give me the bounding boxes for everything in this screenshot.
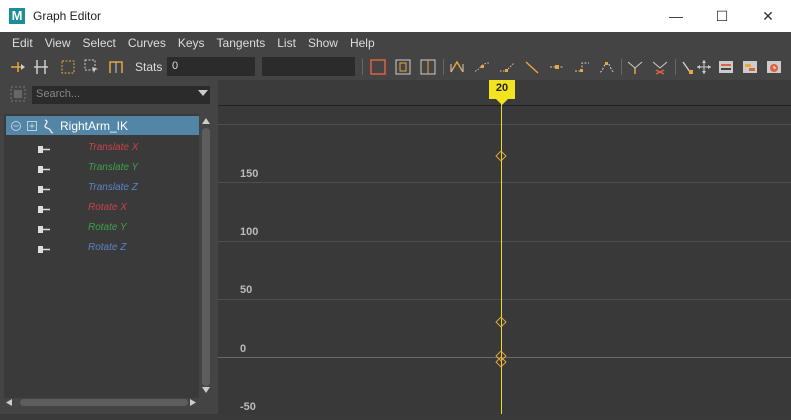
stats-field-secondary[interactable] — [262, 57, 355, 76]
channel-rotate-z[interactable]: Rotate Z — [4, 238, 197, 258]
stats-field[interactable]: 0 — [167, 57, 255, 76]
toolbar-separator — [621, 59, 622, 75]
current-frame-marker[interactable]: 20 — [489, 80, 515, 99]
channel-label: Rotate X — [88, 202, 127, 213]
channel-label: Rotate Y — [88, 222, 127, 233]
y-tick-label: 50 — [240, 284, 253, 296]
keyframe[interactable] — [495, 316, 507, 328]
channel-translate-z[interactable]: Translate Z — [4, 178, 197, 198]
dope-sheet-icon[interactable] — [716, 57, 736, 77]
break-tangents-icon[interactable] — [625, 57, 645, 77]
linear-tangent-icon[interactable] — [522, 57, 542, 77]
toolbar-separator — [362, 59, 363, 75]
scroll-up-icon[interactable] — [202, 118, 210, 124]
frame-all-icon[interactable] — [368, 57, 388, 77]
auto-tangent-icon[interactable] — [447, 57, 467, 77]
grid-line — [218, 182, 791, 183]
menu-curves[interactable]: Curves — [122, 36, 172, 50]
channel-rotate-y[interactable]: Rotate Y — [4, 218, 197, 238]
grid-line — [218, 124, 791, 125]
retime-tool-icon[interactable] — [106, 57, 126, 77]
animated-channel-icon — [38, 243, 50, 253]
window-title: Graph Editor — [33, 9, 102, 23]
vertical-scroll-thumb[interactable] — [202, 128, 210, 386]
scroll-right-icon[interactable] — [190, 399, 196, 406]
maya-app-icon: M — [9, 8, 25, 24]
channel-label: Translate Y — [88, 162, 139, 173]
toolbar: Stats 0 — [0, 54, 791, 80]
menu-bar: Edit View Select Curves Keys Tangents Li… — [0, 32, 791, 54]
window-controls: — ☐ ✕ — [653, 0, 791, 32]
y-tick-label: -50 — [240, 401, 256, 413]
y-tick-label: 0 — [240, 343, 247, 355]
time-editor-icon[interactable] — [764, 57, 784, 77]
channel-translate-y[interactable]: Translate Y — [4, 158, 197, 178]
graph-view[interactable]: 150 100 50 0 -50 20 — [218, 80, 791, 414]
outliner-tree: RightArm_IK Translate X Translate Y Tran… — [4, 114, 199, 398]
menu-help[interactable]: Help — [344, 36, 381, 50]
menu-edit[interactable]: Edit — [6, 36, 39, 50]
maximize-button[interactable]: ☐ — [699, 0, 745, 32]
ik-handle-icon — [42, 118, 56, 134]
toolbar-separator — [675, 59, 676, 75]
animated-channel-icon — [38, 203, 50, 213]
animated-channel-icon — [38, 223, 50, 233]
outliner-vertical-scrollbar[interactable] — [200, 116, 212, 394]
animated-channel-icon — [38, 183, 50, 193]
stats-label: Stats — [135, 60, 163, 74]
insert-key-tool-icon[interactable] — [31, 57, 51, 77]
collapse-icon[interactable] — [10, 120, 22, 132]
search-dropdown-icon[interactable] — [198, 90, 208, 96]
spline-tangent-icon[interactable] — [472, 57, 492, 77]
clamped-tangent-icon[interactable] — [497, 57, 517, 77]
tree-node-rightarm-ik[interactable]: RightArm_IK — [6, 116, 199, 135]
step-tangent-icon[interactable] — [572, 57, 592, 77]
grid-line — [218, 299, 791, 300]
close-button[interactable]: ✕ — [745, 0, 791, 32]
grid-line — [218, 241, 791, 242]
region-select-icon[interactable] — [82, 57, 102, 77]
channel-label: Rotate Z — [88, 242, 127, 253]
search-row: Search... — [0, 84, 214, 106]
expand-icon[interactable] — [26, 120, 38, 132]
current-frame-marker-tip — [496, 99, 508, 105]
frame-playback-range-icon[interactable] — [418, 57, 438, 77]
trax-editor-icon[interactable] — [740, 57, 760, 77]
scroll-down-icon[interactable] — [202, 387, 210, 393]
horizontal-scroll-thumb[interactable] — [20, 399, 188, 406]
outliner-horizontal-scrollbar[interactable] — [4, 396, 199, 408]
menu-tangents[interactable]: Tangents — [211, 36, 272, 50]
search-input[interactable]: Search... — [32, 86, 210, 104]
title-bar: M Graph Editor — ☐ ✕ — [0, 0, 791, 32]
channel-label: Translate Z — [88, 182, 138, 193]
scroll-left-icon[interactable] — [6, 399, 12, 406]
menu-keys[interactable]: Keys — [172, 36, 211, 50]
menu-select[interactable]: Select — [76, 36, 121, 50]
keyframe[interactable] — [495, 150, 507, 162]
node-label: RightArm_IK — [60, 118, 129, 133]
channel-rotate-x[interactable]: Rotate X — [4, 198, 197, 218]
toolbar-separator — [443, 59, 444, 75]
frame-selection-icon[interactable] — [393, 57, 413, 77]
minimize-button[interactable]: — — [653, 0, 699, 32]
bottom-edge — [0, 414, 791, 420]
lattice-deform-icon[interactable] — [58, 57, 78, 77]
channel-label: Translate X — [88, 142, 139, 153]
plateau-tangent-icon[interactable] — [597, 57, 617, 77]
free-tangent-weight-icon[interactable] — [694, 57, 714, 77]
graph-outliner: Search... RightArm_IK Translate X Transl… — [0, 80, 214, 420]
animated-channel-icon — [38, 143, 50, 153]
channel-translate-x[interactable]: Translate X — [4, 138, 197, 158]
flat-tangent-icon[interactable] — [547, 57, 567, 77]
filter-icon[interactable] — [10, 86, 26, 102]
menu-view[interactable]: View — [39, 36, 77, 50]
y-tick-label: 100 — [240, 226, 259, 238]
menu-show[interactable]: Show — [302, 36, 344, 50]
move-nearest-key-tool-icon[interactable] — [8, 57, 28, 77]
y-tick-label: 150 — [240, 168, 259, 180]
menu-list[interactable]: List — [271, 36, 302, 50]
unify-tangents-icon[interactable] — [650, 57, 670, 77]
animated-channel-icon — [38, 163, 50, 173]
